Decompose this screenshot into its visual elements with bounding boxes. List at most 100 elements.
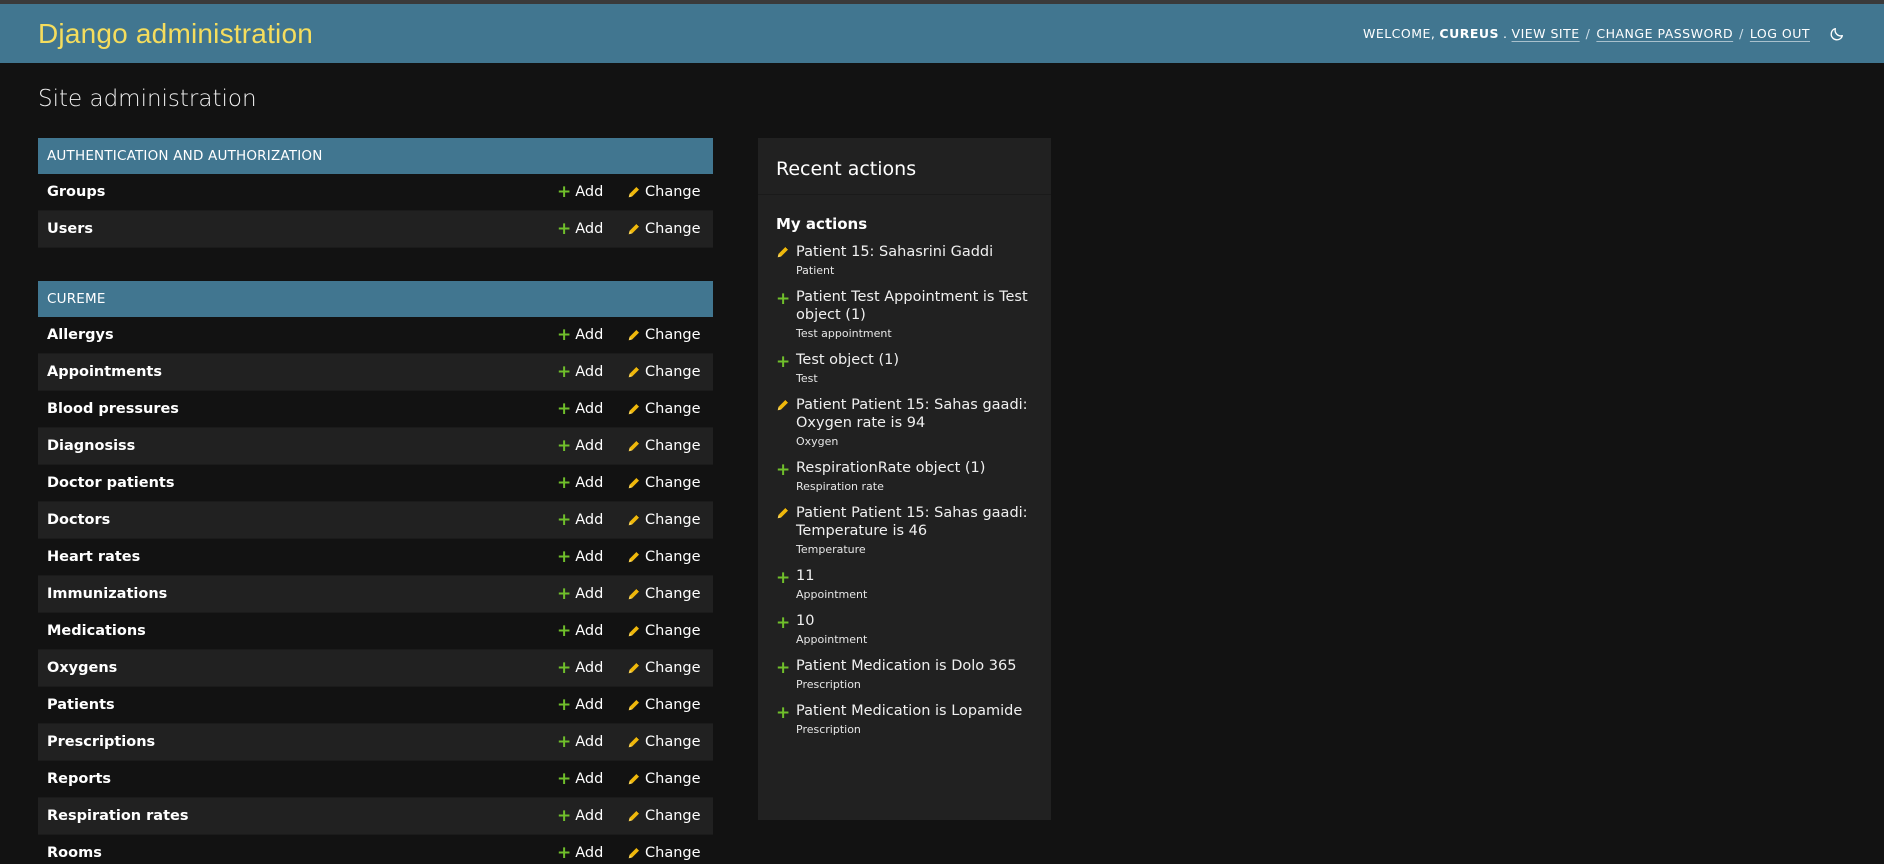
change-link[interactable]: Change	[627, 221, 713, 237]
add-link[interactable]: + Add	[557, 731, 627, 752]
add-link[interactable]: + Add	[557, 548, 627, 566]
action-object-link[interactable]: Patient Medication is Lopamide	[796, 702, 1033, 720]
change-label: Change	[645, 327, 701, 343]
model-link[interactable]: Users	[47, 221, 557, 237]
add-link[interactable]: + Add	[557, 844, 627, 862]
add-link[interactable]: + Add	[557, 659, 627, 677]
plus-icon: +	[557, 731, 572, 752]
model-link[interactable]: Doctor patients	[47, 475, 557, 491]
model-link[interactable]: Appointments	[47, 364, 557, 380]
change-link[interactable]: Change	[627, 475, 713, 491]
model-link[interactable]: Oxygens	[47, 660, 557, 676]
add-link[interactable]: + Add	[557, 694, 627, 715]
action-content-type: Prescription	[796, 678, 861, 691]
change-label: Change	[645, 184, 701, 200]
change-link[interactable]: Change	[627, 364, 713, 380]
change-password-link[interactable]: CHANGE PASSWORD	[1596, 26, 1733, 41]
action-content-type: Patient	[796, 264, 835, 277]
add-link[interactable]: + Add	[557, 363, 627, 381]
model-link[interactable]: Groups	[47, 184, 557, 200]
change-link[interactable]: Change	[627, 438, 713, 454]
add-link[interactable]: + Add	[557, 183, 627, 201]
action-content-type: Test	[796, 372, 818, 385]
model-link[interactable]: Medications	[47, 623, 557, 639]
add-link[interactable]: + Add	[557, 511, 627, 529]
change-label: Change	[645, 734, 701, 750]
pencil-icon	[627, 222, 641, 236]
model-link[interactable]: Immunizations	[47, 586, 557, 602]
change-link[interactable]: Change	[627, 586, 713, 602]
pencil-icon	[627, 661, 641, 675]
pencil-icon	[627, 476, 641, 490]
action-object-link[interactable]: RespirationRate object (1)	[796, 459, 1033, 477]
add-label: Add	[575, 586, 604, 602]
change-label: Change	[645, 221, 701, 237]
change-link[interactable]: Change	[627, 401, 713, 417]
model-link[interactable]: Doctors	[47, 512, 557, 528]
plus-icon: +	[557, 694, 572, 715]
pencil-icon	[627, 513, 641, 527]
action-object-link[interactable]: 10	[796, 612, 1033, 630]
model-link[interactable]: Reports	[47, 771, 557, 787]
action-object-link[interactable]: Patient Test Appointment is Test object …	[796, 288, 1033, 324]
model-link[interactable]: Allergys	[47, 327, 557, 343]
add-link[interactable]: + Add	[557, 474, 627, 492]
model-link[interactable]: Patients	[47, 697, 557, 713]
change-link[interactable]: Change	[627, 327, 713, 343]
add-link[interactable]: + Add	[557, 326, 627, 344]
add-link[interactable]: + Add	[557, 585, 627, 603]
plus-icon: +	[776, 568, 791, 588]
change-link[interactable]: Change	[627, 771, 713, 787]
change-label: Change	[645, 808, 701, 824]
change-link[interactable]: Change	[627, 549, 713, 565]
model-link[interactable]: Heart rates	[47, 549, 557, 565]
add-link[interactable]: + Add	[557, 622, 627, 640]
module-caption-link[interactable]: CUREME	[47, 291, 106, 307]
action-icon: +	[776, 459, 796, 493]
change-label: Change	[645, 586, 701, 602]
change-link[interactable]: Change	[627, 660, 713, 676]
change-link[interactable]: Change	[627, 512, 713, 528]
add-link[interactable]: + Add	[557, 770, 627, 788]
add-link[interactable]: + Add	[557, 220, 627, 238]
action-object-link[interactable]: Patient Medication is Dolo 365	[796, 657, 1033, 675]
action-icon: +	[776, 567, 796, 601]
action-object-link[interactable]: Test object (1)	[796, 351, 1033, 369]
change-link[interactable]: Change	[627, 734, 713, 750]
pencil-icon	[776, 506, 790, 520]
plus-icon: +	[776, 460, 791, 480]
change-link[interactable]: Change	[627, 623, 713, 639]
model-link[interactable]: Respiration rates	[47, 808, 557, 824]
theme-toggle-button[interactable]	[1828, 25, 1846, 43]
view-site-link[interactable]: VIEW SITE	[1512, 26, 1580, 41]
add-link[interactable]: + Add	[557, 400, 627, 418]
model-link[interactable]: Blood pressures	[47, 401, 557, 417]
change-link[interactable]: Change	[627, 184, 713, 200]
add-link[interactable]: + Add	[557, 435, 627, 456]
model-row: Diagnosiss + Add Change	[38, 428, 713, 465]
add-label: Add	[575, 549, 604, 565]
site-name-link[interactable]: Django administration	[38, 18, 313, 50]
action-object-link[interactable]: Patient Patient 15: Sahas gaadi: Tempera…	[796, 504, 1033, 540]
change-link[interactable]: Change	[627, 808, 713, 824]
change-link[interactable]: Change	[627, 697, 713, 713]
action-object-link[interactable]: Patient Patient 15: Sahas gaadi: Oxygen …	[796, 396, 1033, 432]
log-out-link[interactable]: LOG OUT	[1750, 26, 1810, 41]
change-link[interactable]: Change	[627, 845, 713, 861]
action-body: Patient Medication is Dolo 365 Prescripti…	[796, 657, 1033, 691]
action-icon: +	[776, 702, 796, 736]
model-link[interactable]: Diagnosiss	[47, 438, 557, 454]
model-link[interactable]: Rooms	[47, 845, 557, 861]
model-row: Blood pressures + Add Change	[38, 391, 713, 428]
plus-icon: +	[557, 435, 572, 456]
action-object-link[interactable]: 11	[796, 567, 1033, 585]
app-module: CUREME Allergys + Add Change Appointments + Add…	[38, 281, 713, 864]
pencil-icon	[627, 698, 641, 712]
period: .	[1503, 26, 1508, 41]
recent-action-item: + Patient Medication is Lopamide Prescript…	[776, 702, 1033, 736]
add-link[interactable]: + Add	[557, 807, 627, 825]
module-caption-link[interactable]: AUTHENTICATION AND AUTHORIZATION	[47, 148, 323, 164]
action-object-link[interactable]: Patient 15: Sahasrini Gaddi	[796, 243, 1033, 261]
model-link[interactable]: Prescriptions	[47, 734, 557, 750]
model-row: Medications + Add Change	[38, 613, 713, 650]
